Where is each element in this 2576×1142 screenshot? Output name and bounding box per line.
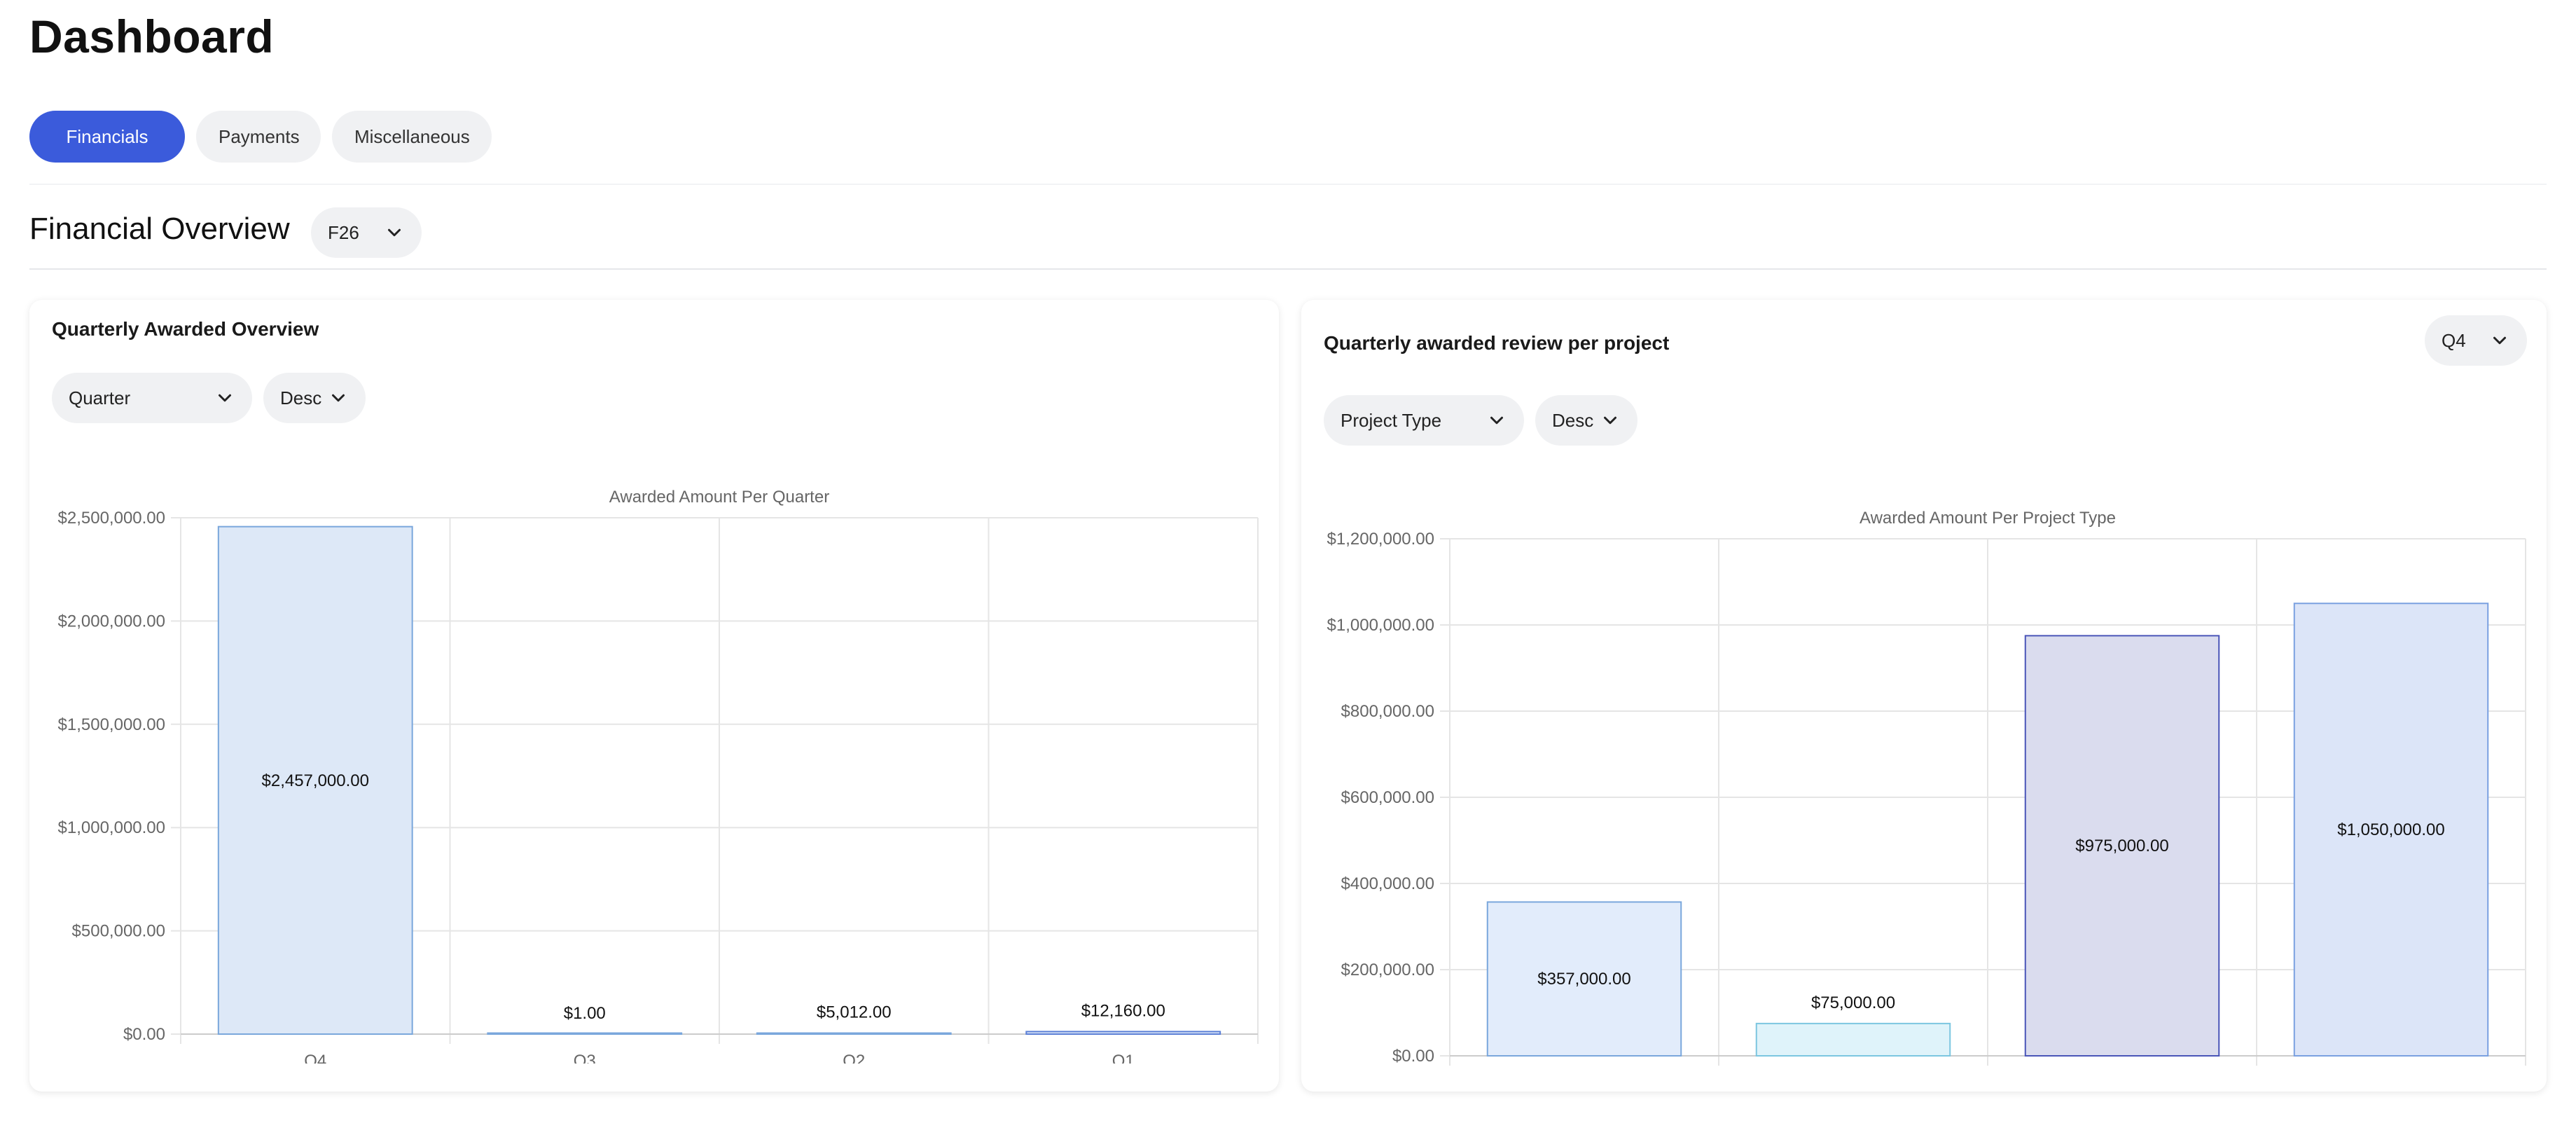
chevron-down-icon	[388, 228, 401, 237]
tab-financials[interactable]: Financials	[29, 111, 185, 163]
page-title: Dashboard	[29, 11, 275, 62]
y-tick-label: $0.00	[1392, 1047, 1434, 1066]
y-tick-label: $2,500,000.00	[58, 509, 165, 528]
y-tick-label: $400,000.00	[1341, 874, 1434, 893]
bar	[487, 1032, 683, 1035]
bar-data-label: $1.00	[564, 1004, 606, 1023]
chart-title: Awarded Amount Per Quarter	[609, 488, 829, 507]
quarterly-awarded-card: Quarterly Awarded Overview Quarter Desc …	[29, 300, 1279, 1092]
y-tick-label: $0.00	[123, 1025, 165, 1044]
tab-miscellaneous[interactable]: Miscellaneous	[332, 111, 492, 163]
awarded-per-quarter-chart: Awarded Amount Per Quarter $0.00 $500,000.…	[58, 488, 1259, 1064]
awarded-per-project-type-chart: Awarded Amount Per Project Type $0.00 $200…	[1327, 509, 2526, 1066]
sort-select-value: Desc	[280, 387, 322, 408]
y-tick-label: $200,000.00	[1341, 961, 1434, 979]
quarter-select-value: Q4	[2442, 329, 2466, 351]
x-tick-label: Q3	[574, 1052, 596, 1064]
sort-select[interactable]: Desc	[1535, 395, 1637, 446]
section-divider	[29, 268, 2547, 270]
group-by-select[interactable]: Quarter	[52, 373, 252, 423]
project-awarded-card: Quarterly awarded review per project Q4 …	[1301, 300, 2547, 1092]
chevron-down-icon	[1604, 416, 1616, 425]
y-tick-label: $2,000,000.00	[58, 612, 165, 631]
bar-data-label: $75,000.00	[1811, 993, 1895, 1012]
bar-data-label: $5,012.00	[817, 1003, 892, 1022]
card-title: Quarterly Awarded Overview	[52, 318, 319, 340]
y-tick-label: $600,000.00	[1341, 788, 1434, 807]
x-tick-label: Q1	[1112, 1052, 1135, 1064]
section-title: Financial Overview	[29, 212, 290, 246]
y-tick-label: $1,200,000.00	[1327, 530, 1434, 549]
sort-select[interactable]: Desc	[263, 373, 366, 423]
tabs-divider	[29, 184, 2547, 185]
y-tick-label: $500,000.00	[72, 922, 165, 941]
y-tick-label: $800,000.00	[1341, 702, 1434, 721]
x-tick-label: Q2	[843, 1052, 865, 1064]
chevron-down-icon	[1490, 416, 1503, 425]
x-tick-label: Q4	[304, 1052, 326, 1064]
chevron-down-icon	[219, 394, 231, 402]
group-by-select-value: Project Type	[1341, 409, 1442, 431]
quarter-select[interactable]: Q4	[2425, 315, 2527, 366]
group-by-select-value: Quarter	[69, 387, 131, 408]
bar-data-label: $975,000.00	[2075, 837, 2168, 855]
bar-data-label: $357,000.00	[1537, 970, 1630, 989]
tab-payments[interactable]: Payments	[196, 111, 321, 163]
tab-bar: Financials Payments Miscellaneous	[29, 111, 492, 163]
bar-data-label: $2,457,000.00	[262, 771, 369, 790]
year-select[interactable]: F26	[311, 207, 422, 258]
year-select-value: F26	[328, 221, 359, 243]
group-by-select[interactable]: Project Type	[1324, 395, 1524, 446]
bar	[756, 1032, 952, 1035]
bar	[1755, 1022, 1951, 1057]
bar-data-label: $1,050,000.00	[2337, 820, 2444, 839]
chevron-down-icon	[2493, 336, 2506, 345]
bar	[1025, 1031, 1221, 1035]
chevron-down-icon	[332, 394, 345, 402]
chart-title: Awarded Amount Per Project Type	[1860, 509, 2116, 528]
y-tick-label: $1,000,000.00	[1327, 616, 1434, 635]
y-tick-label: $1,000,000.00	[58, 818, 165, 837]
card-title: Quarterly awarded review per project	[1324, 332, 1670, 354]
bar-data-label: $12,160.00	[1081, 1001, 1165, 1020]
sort-select-value: Desc	[1552, 409, 1594, 431]
y-tick-label: $1,500,000.00	[58, 715, 165, 734]
